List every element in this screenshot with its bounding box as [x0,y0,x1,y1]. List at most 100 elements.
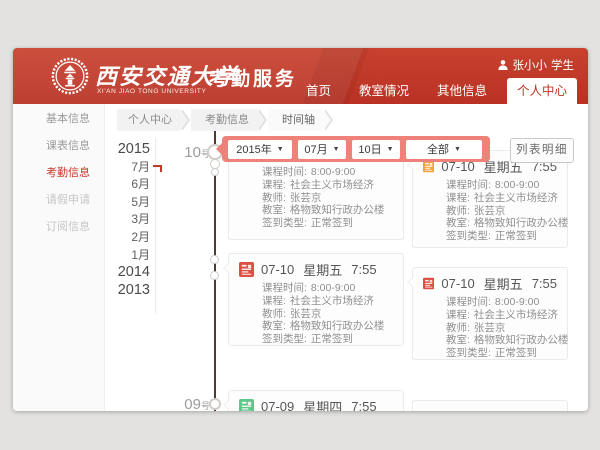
filter-dropdown-value: 10日 [358,141,381,157]
card-field: 教室:格物致知行政办公楼 [262,320,395,333]
sidebar: 基本信息课表信息考勤信息请假申请订阅信息 [13,104,105,411]
field-value: 格物致知行政办公楼 [290,320,385,332]
breadcrumb-item-2[interactable]: 时间轴 [268,109,323,131]
card-field: 课程时间: 8:00-9:00 [446,296,559,309]
field-value: 正常签到 [311,333,353,345]
field-value: 8:00-9:00 [495,296,539,308]
timeline-nav-month-4[interactable]: 3月 [102,211,150,229]
field-value: 8:00-9:00 [311,166,355,178]
nav-item-3[interactable]: 个人中心 [507,78,577,104]
timeline-nav-year-8[interactable]: 2013 [102,282,150,300]
list-detail-button[interactable]: 列表明细 [510,138,574,163]
card-field: 签到类型:正常签到 [446,230,559,243]
field-label: 教师: [262,308,286,320]
timeline-node [210,271,219,280]
breadcrumb: 个人中心考勤信息时间轴 [117,109,334,131]
timeline-nav-label: 2015 [118,141,150,157]
timeline-nav-year-7[interactable]: 2014 [102,264,150,282]
field-label: 签到类型: [262,217,307,229]
user-name: 张小小 [513,57,548,73]
sidebar-item-0[interactable]: 基本信息 [13,106,104,133]
attendance-card-r1-right[interactable]: 07-10星期五7:55课程时间:8:00-9:00课程:社会主义市场经济教师:… [412,150,568,248]
field-label: 课程: [446,192,470,204]
attendance-card-r3-left[interactable]: 07-09星期四7:55 [228,390,404,411]
timeline-node [211,168,219,176]
field-label: 教室: [446,217,470,229]
day-number: 09 [184,396,201,411]
nav-item-0[interactable]: 首页 [298,78,339,104]
chevron-down-icon: ▼ [454,146,461,153]
timeline-nav-label: 5月 [131,195,150,209]
field-value: 社会主义市场经济 [290,295,374,307]
user-chip[interactable]: 张小小 学生 [497,57,575,73]
field-value: 8:00-9:00 [495,179,539,191]
field-label: 课程: [446,309,470,321]
card-header: 07-10星期五7:55 [239,260,395,278]
attendance-app-window: 西安交通大学 XI'AN JIAO TONG UNIVERSITY 考勤服务 张… [13,48,588,411]
sidebar-item-2[interactable]: 考勤信息 [13,160,104,187]
timeline-nav-label: 2月 [131,230,150,244]
attendance-card-r2-right[interactable]: 07-10星期五7:55课程时间:8:00-9:00课程:社会主义市场经济教师:… [412,267,568,360]
timeline-nav-month-6[interactable]: 1月 [102,247,150,265]
xjtu-emblem-icon [51,57,89,95]
card-date: 07-10 [441,276,474,291]
timeline-nav-month-5[interactable]: 2月 [102,229,150,247]
timeline-node [210,255,219,264]
timeline-nav-year-0[interactable]: 2015 [102,141,150,159]
field-value: 张芸京 [290,192,322,204]
card-field: 课程时间:8:00-9:00 [262,282,395,295]
card-fields: 课程时间:8:00-9:00课程:社会主义市场经济教师:张芸京教室:格物致知行政… [239,282,395,346]
university-name-en: XI'AN JIAO TONG UNIVERSITY [97,88,206,95]
card-header: 07-10星期五7:55 [423,274,559,292]
attendance-card-r3-right[interactable] [412,400,568,411]
field-label: 教师: [446,205,470,217]
field-value: 8:00-9:00 [311,282,355,294]
field-value: 格物致知行政办公楼 [474,217,569,229]
sidebar-item-4[interactable]: 订阅信息 [13,214,104,241]
timeline-nav-month-3[interactable]: 5月 [102,194,150,212]
breadcrumb-item-0[interactable]: 个人中心 [117,109,180,131]
breadcrumb-item-1[interactable]: 考勤信息 [191,109,257,131]
filter-dropdown-2[interactable]: 10日▼ [352,140,400,159]
sidebar-item-3[interactable]: 请假申请 [13,187,104,214]
filter-dropdown-0[interactable]: 2015年▼ [228,140,292,159]
card-field: 签到类型:正常签到 [262,333,395,346]
service-title: 考勤服务 [209,64,297,91]
nav-item-1[interactable]: 教室情况 [351,78,417,104]
sidebar-item-1[interactable]: 课表信息 [13,133,104,160]
field-value: 正常签到 [495,347,537,359]
field-label: 课程时间: [446,296,491,308]
timeline-day-label: 09号 [168,396,210,411]
field-value: 社会主义市场经济 [290,179,374,191]
card-field: 课程: 社会主义市场经济 [446,192,559,205]
date-filter-bar: 2015年▼07月▼10日▼全部▼ [222,136,490,162]
timeline-nav-label: 2014 [118,264,150,280]
timeline-nav-month-1[interactable]: 7月 [102,159,150,177]
timeline-nav-month-2[interactable]: 6月 [102,176,150,194]
card-field: 教室:格物致知行政办公楼 [446,217,559,230]
timeline-nav-label: 6月 [131,177,150,191]
card-time: 7:55 [351,399,376,412]
field-value: 社会主义市场经济 [474,309,558,321]
card-fields: 课程时间:8:00-9:00课程:社会主义市场经济教师:张芸京教室:格物致知行政… [423,179,559,243]
person-icon [497,59,509,71]
nav-item-2[interactable]: 其他信息 [429,78,495,104]
card-date: 07-10 [261,262,294,277]
field-label: 签到类型: [446,230,491,242]
app-header: 西安交通大学 XI'AN JIAO TONG UNIVERSITY 考勤服务 张… [13,48,588,104]
filter-dropdown-1[interactable]: 07月▼ [298,140,346,159]
field-value: 张芸京 [474,322,506,334]
card-field: 课程时间: 8:00-9:00 [446,179,559,192]
attendance-card-r2-left[interactable]: 07-10星期五7:55 课程时间:8:00-9:00课程:社会主义市场经济教师:… [228,253,404,346]
field-value: 社会主义市场经济 [474,192,558,204]
timeline-node [209,398,221,410]
timeline-nav-label: 2013 [118,282,150,298]
timeline-nav-label: 7月 [131,160,150,174]
filter-dropdown-value: 2015年 [236,141,271,157]
filter-dropdown-3[interactable]: 全部▼ [406,140,482,159]
current-month-tick [153,165,162,172]
card-field: 课程:社会主义市场经济 [262,179,395,192]
chevron-down-icon: ▼ [333,146,340,153]
attendance-status-icon [423,276,434,291]
field-label: 课程时间: [446,179,491,191]
